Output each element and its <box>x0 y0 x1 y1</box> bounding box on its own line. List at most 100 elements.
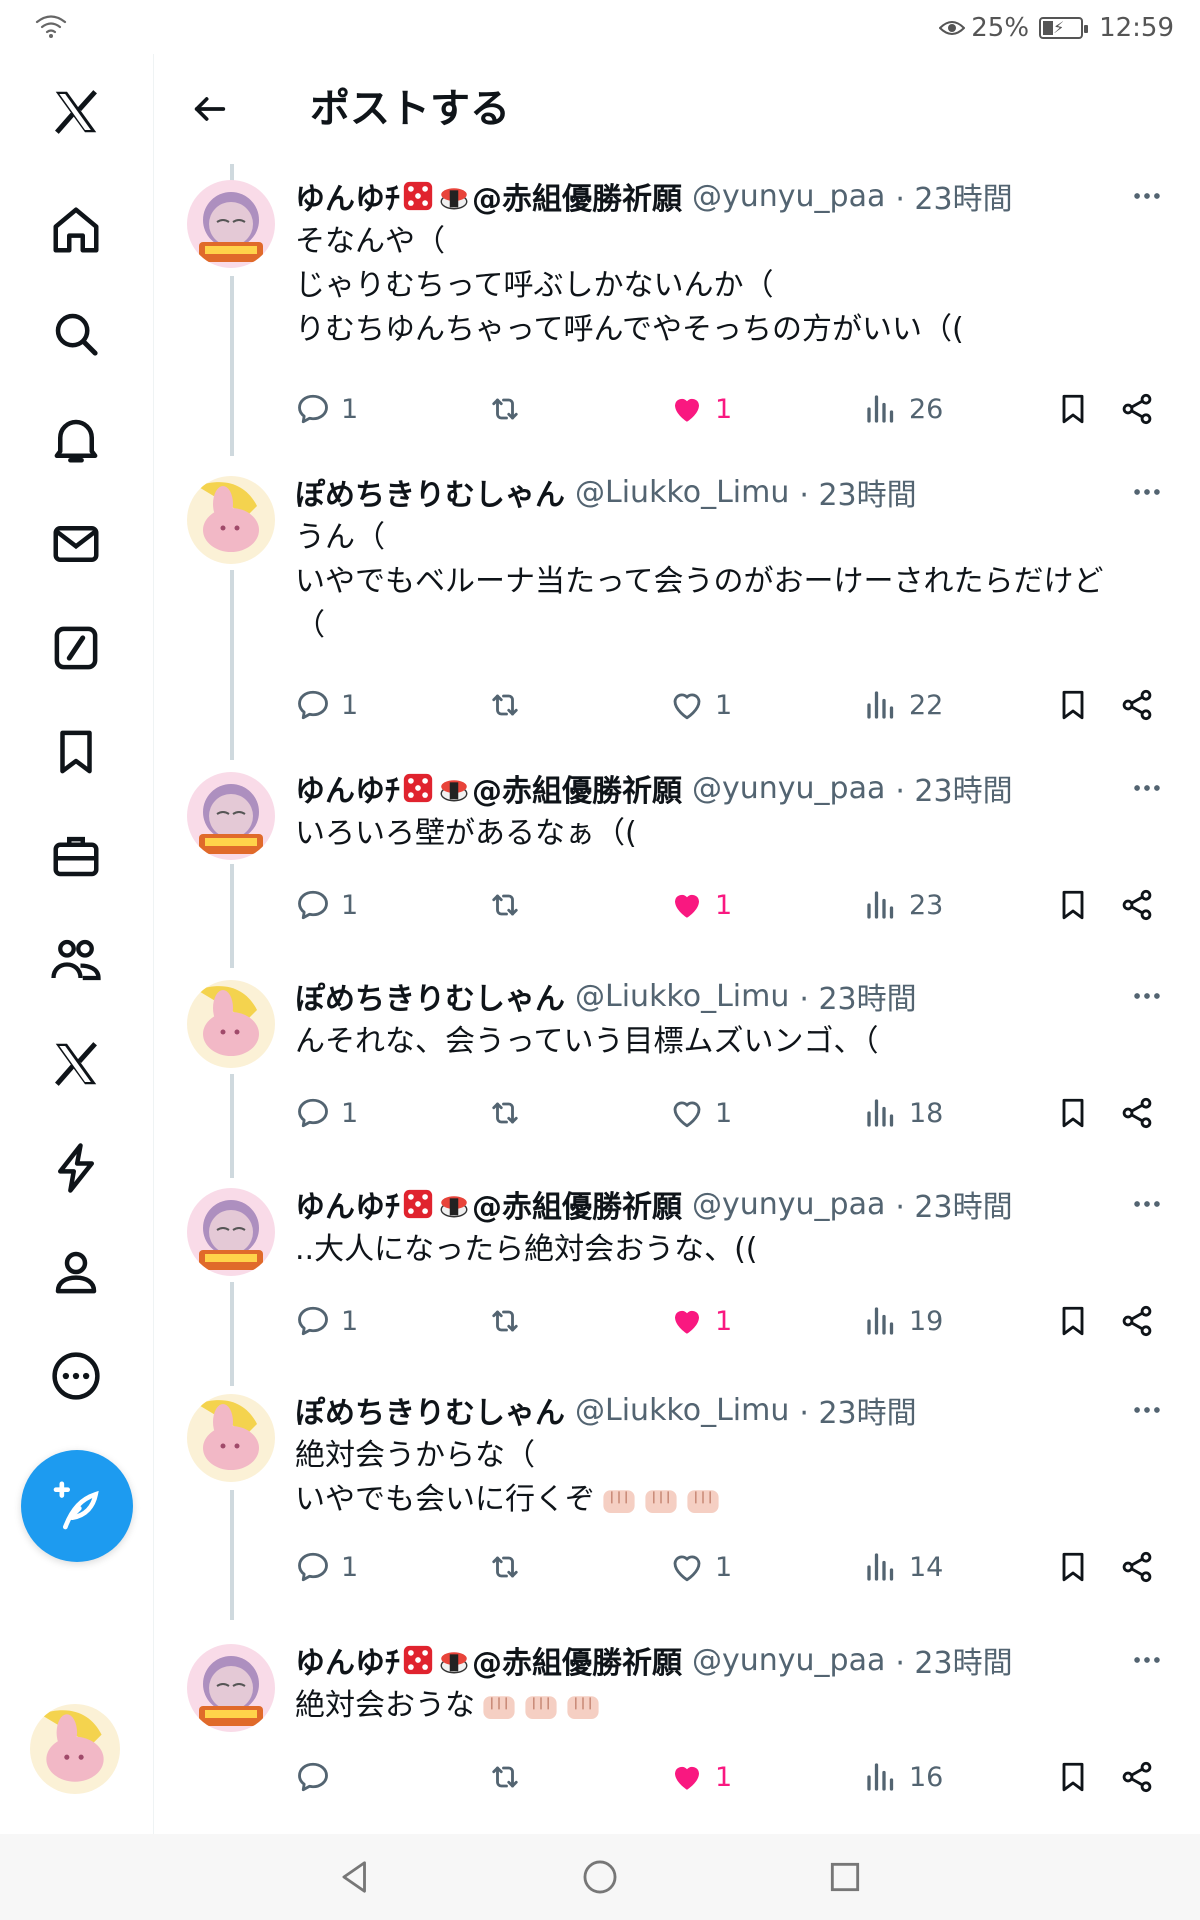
post-timestamp[interactable]: · 23時間 <box>895 1182 1012 1226</box>
author-name[interactable]: ゆんゆﾁ <box>295 766 400 810</box>
author-name-suffix[interactable]: @赤組優勝祈願 <box>472 1182 682 1226</box>
post-more-button[interactable] <box>1122 1184 1172 1224</box>
author-avatar[interactable] <box>187 180 275 268</box>
share-button[interactable] <box>1119 1752 1155 1802</box>
share-button[interactable] <box>1119 1542 1155 1592</box>
post-more-button[interactable] <box>1122 472 1172 512</box>
recents-square-icon[interactable] <box>820 1852 870 1902</box>
lightning-icon[interactable] <box>48 1140 104 1196</box>
author-avatar[interactable] <box>187 772 275 860</box>
post-more-button[interactable] <box>1122 768 1172 808</box>
reply-button[interactable]: 1 <box>295 384 358 434</box>
repost-button[interactable] <box>487 1296 523 1346</box>
like-button[interactable]: 1 <box>669 1296 732 1346</box>
reply-button[interactable]: 1 <box>295 680 358 730</box>
author-handle[interactable]: @yunyu_paa <box>692 771 885 806</box>
profile-icon[interactable] <box>48 1244 104 1300</box>
share-button[interactable] <box>1119 880 1155 930</box>
bookmark-button[interactable] <box>1055 1088 1091 1138</box>
views-button[interactable]: 19 <box>863 1296 943 1346</box>
reply-button[interactable]: 1 <box>295 1088 358 1138</box>
repost-button[interactable] <box>487 1752 523 1802</box>
views-button[interactable]: 18 <box>863 1088 943 1138</box>
views-button[interactable]: 16 <box>863 1752 943 1802</box>
author-handle[interactable]: @yunyu_paa <box>692 1643 885 1678</box>
share-button[interactable] <box>1119 1088 1155 1138</box>
home-icon[interactable] <box>48 202 104 258</box>
like-button[interactable]: 1 <box>669 1088 732 1138</box>
author-avatar[interactable] <box>187 1644 275 1732</box>
post-timestamp[interactable]: · 23時間 <box>895 766 1012 810</box>
communities-icon[interactable] <box>48 932 104 988</box>
repost-button[interactable] <box>487 880 523 930</box>
author-name-suffix[interactable]: @赤組優勝祈願 <box>472 1638 682 1682</box>
author-name-suffix[interactable]: @赤組優勝祈願 <box>472 174 682 218</box>
author-handle[interactable]: @yunyu_paa <box>692 1187 885 1222</box>
post-timestamp[interactable]: · 23時間 <box>799 974 916 1018</box>
post-more-button[interactable] <box>1122 1640 1172 1680</box>
post-more-button[interactable] <box>1122 176 1172 216</box>
author-avatar[interactable] <box>187 980 275 1068</box>
author-handle[interactable]: @Liukko_Limu <box>575 979 789 1014</box>
post-timestamp[interactable]: · 23時間 <box>799 470 916 514</box>
reply-button[interactable] <box>295 1752 341 1802</box>
author-handle[interactable]: @Liukko_Limu <box>575 1393 789 1428</box>
bookmark-button[interactable] <box>1055 1752 1091 1802</box>
compose-post-button[interactable] <box>21 1450 133 1562</box>
home-circle-icon[interactable] <box>575 1852 625 1902</box>
bookmark-button[interactable] <box>1055 384 1091 434</box>
author-name[interactable]: ぽめちきりむしゃん <box>295 1388 565 1432</box>
author-avatar[interactable] <box>187 476 275 564</box>
author-name[interactable]: ぽめちきりむしゃん <box>295 470 565 514</box>
bookmark-button[interactable] <box>1055 880 1091 930</box>
bookmark-button[interactable] <box>1055 680 1091 730</box>
bookmark-button[interactable] <box>1055 1296 1091 1346</box>
views-button[interactable]: 14 <box>863 1542 943 1592</box>
back-triangle-icon[interactable] <box>330 1852 380 1902</box>
author-name[interactable]: ぽめちきりむしゃん <box>295 974 565 1018</box>
share-button[interactable] <box>1119 680 1155 730</box>
reply-button[interactable]: 1 <box>295 1296 358 1346</box>
x-logo-icon[interactable] <box>48 84 104 140</box>
author-name-suffix[interactable]: @赤組優勝祈願 <box>472 766 682 810</box>
post-timestamp[interactable]: · 23時間 <box>895 1638 1012 1682</box>
search-icon[interactable] <box>48 306 104 362</box>
premium-x-icon[interactable] <box>48 1036 104 1092</box>
repost-button[interactable] <box>487 1542 523 1592</box>
post-more-button[interactable] <box>1122 1390 1172 1430</box>
back-arrow-icon[interactable] <box>185 84 235 134</box>
reply-button[interactable]: 1 <box>295 1542 358 1592</box>
bookmark-button[interactable] <box>1055 1542 1091 1592</box>
like-button[interactable]: 1 <box>669 1752 732 1802</box>
post-timestamp[interactable]: · 23時間 <box>895 174 1012 218</box>
grok-icon[interactable] <box>48 620 104 676</box>
views-button[interactable]: 26 <box>863 384 943 434</box>
like-button[interactable]: 1 <box>669 680 732 730</box>
more-options-icon[interactable] <box>48 1348 104 1404</box>
notifications-bell-icon[interactable] <box>48 412 104 468</box>
repost-button[interactable] <box>487 680 523 730</box>
post-more-button[interactable] <box>1122 976 1172 1016</box>
like-button[interactable]: 1 <box>669 384 732 434</box>
author-name[interactable]: ゆんゆﾁ <box>295 1638 400 1682</box>
views-button[interactable]: 23 <box>863 880 943 930</box>
author-handle[interactable]: @yunyu_paa <box>692 179 885 214</box>
jobs-briefcase-icon[interactable] <box>48 828 104 884</box>
repost-button[interactable] <box>487 384 523 434</box>
like-button[interactable]: 1 <box>669 880 732 930</box>
views-button[interactable]: 22 <box>863 680 943 730</box>
author-handle[interactable]: @Liukko_Limu <box>575 475 789 510</box>
share-button[interactable] <box>1119 1296 1155 1346</box>
messages-envelope-icon[interactable] <box>48 516 104 572</box>
repost-button[interactable] <box>487 1088 523 1138</box>
reply-button[interactable]: 1 <box>295 880 358 930</box>
author-avatar[interactable] <box>187 1188 275 1276</box>
like-button[interactable]: 1 <box>669 1542 732 1592</box>
share-button[interactable] <box>1119 384 1155 434</box>
author-name[interactable]: ゆんゆﾁ <box>295 1182 400 1226</box>
account-avatar[interactable] <box>30 1704 120 1794</box>
bookmarks-icon[interactable] <box>48 724 104 780</box>
author-name[interactable]: ゆんゆﾁ <box>295 174 400 218</box>
post-timestamp[interactable]: · 23時間 <box>799 1388 916 1432</box>
author-avatar[interactable] <box>187 1394 275 1482</box>
